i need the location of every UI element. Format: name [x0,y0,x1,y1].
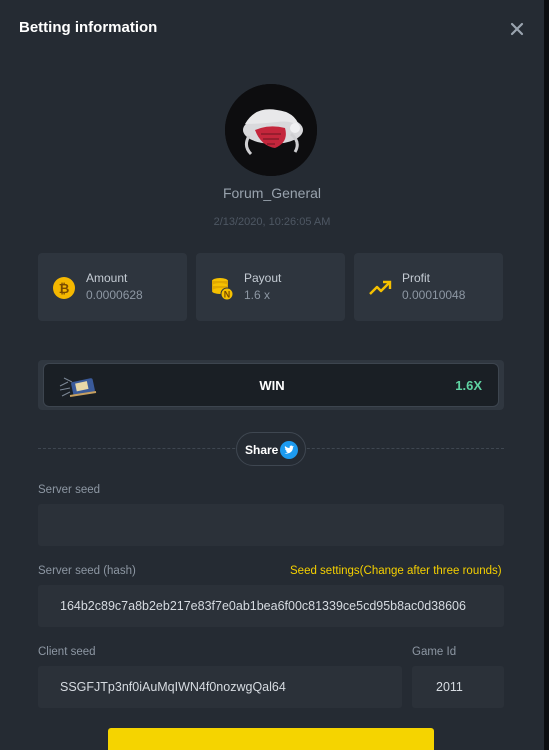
result-bar: WIN 1.6X [43,363,499,407]
client-seed-label: Client seed [38,646,96,658]
close-icon[interactable] [506,18,528,40]
profit-label: Profit [402,271,431,285]
bitcoin-coin-icon: ₿ [51,275,77,301]
avatar [225,84,317,176]
bet-timestamp: 2/13/2020, 10:26:05 AM [213,216,331,228]
game-id-label: Game Id [412,646,457,658]
server-seed-hash-field[interactable]: 164b2c89c7a8b2eb217e83f7e0ab1bea6f00c813… [38,585,504,627]
profit-value: 0.00010048 [402,288,466,302]
client-seed-field[interactable]: SSGFJTp3nf0iAuMqIWN4f0nozwgQal64 [38,666,402,708]
payout-label: Payout [244,271,282,285]
coin-stack-icon: N [209,275,235,301]
seed-settings-link[interactable]: Seed settings(Change after three rounds) [290,565,502,577]
betting-info-modal: Betting information Forum_General 2/13/2… [0,0,544,750]
verify-button[interactable] [108,728,434,750]
game-id-field[interactable]: 2011 [412,666,504,708]
amount-label: Amount [86,271,128,285]
server-seed-label: Server seed [38,484,101,496]
modal-title: Betting information [19,19,158,36]
payout-value: 1.6 x [244,288,271,302]
svg-text:₿: ₿ [59,281,70,296]
amount-card: ₿ Amount 0.0000628 [38,253,187,321]
server-seed-field[interactable] [38,504,504,546]
svg-text:N: N [224,290,231,300]
result-multiplier: 1.6X [455,378,482,393]
payout-card: N Payout 1.6 x [196,253,345,321]
profit-card: Profit 0.00010048 [354,253,503,321]
server-seed-hash-label: Server seed (hash) [38,565,136,577]
trend-up-icon [367,275,393,301]
window-edge [544,0,549,750]
twitter-icon [280,441,298,459]
share-label: Share [245,443,279,457]
username: Forum_General [222,185,322,201]
amount-value: 0.0000628 [86,288,143,302]
result-panel: WIN 1.6X [38,360,504,410]
share-button[interactable]: Share [236,432,306,466]
result-label: WIN [259,378,285,393]
